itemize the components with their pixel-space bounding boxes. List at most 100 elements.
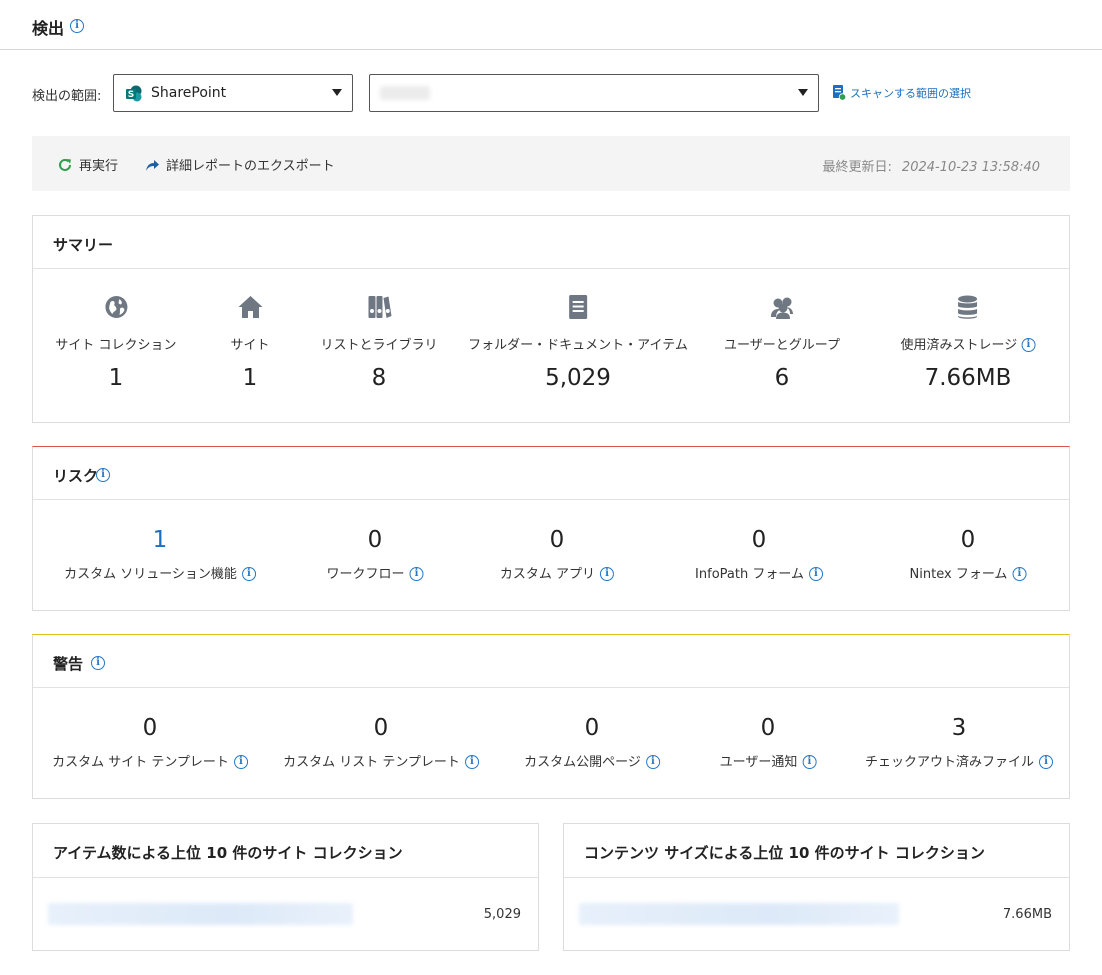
metric-label-text: カスタム ソリューション機能 (64, 567, 237, 582)
summary-used-storage: 使用済みストレージ i 7.66MB (901, 294, 1036, 391)
chevron-down-icon (332, 89, 342, 96)
metric-label: サイト (230, 338, 270, 353)
info-icon[interactable]: i (241, 566, 256, 581)
site-select-value-redacted (380, 86, 430, 100)
metric-value: 0 (367, 527, 383, 553)
refresh-icon (59, 158, 71, 171)
info-icon[interactable]: i (409, 566, 424, 581)
top-by-items-header: アイテム数による上位 10 件のサイト コレクション (33, 824, 538, 878)
last-updated-timestamp: 2024-10-23 13:58:40 (901, 160, 1040, 175)
info-icon[interactable]: i (1012, 566, 1027, 581)
metric-label: カスタム ソリューション機能 i (64, 563, 256, 582)
scope-label: 検出の範囲: (32, 89, 102, 104)
share-arrow-icon (146, 159, 159, 171)
info-icon[interactable]: i (96, 468, 110, 482)
site-collection-link-redacted[interactable] (48, 903, 353, 925)
metric-label-text: カスタム サイト テンプレート (52, 755, 229, 770)
metric-value: 1 (242, 365, 258, 391)
top-by-size-panel: コンテンツ サイズによる上位 10 件のサイト コレクション 7.66MB (563, 823, 1070, 951)
last-updated-label: 最終更新日: (822, 160, 892, 175)
metric-label: チェックアウト済みファイル i (864, 751, 1054, 770)
metric-value: 0 (584, 715, 600, 741)
export-report-button[interactable]: 詳細レポートのエクスポート (144, 155, 335, 174)
info-icon[interactable]: i (802, 754, 817, 769)
warning-custom-site-templates: 0 カスタム サイト テンプレート i (52, 715, 248, 770)
risk-custom-solutions: 1 カスタム ソリューション機能 i (64, 527, 256, 582)
metric-label-text: Nintex フォーム (909, 567, 1008, 582)
info-icon[interactable]: i (1021, 337, 1036, 352)
summary-folders-documents-items: フォルダー・ドキュメント・アイテム 5,029 (468, 294, 688, 391)
info-icon[interactable]: i (1039, 754, 1054, 769)
metric-value: 0 (142, 715, 158, 741)
metric-value: 3 (951, 715, 967, 741)
metric-value: 6 (774, 365, 790, 391)
warning-checked-out-files: 3 チェックアウト済みファイル i (864, 715, 1054, 770)
database-icon (958, 295, 978, 319)
metric-value: 1 (108, 365, 124, 391)
warning-card: 警告 i 0 カスタム サイト テンプレート i 0 カスタム リスト テンプレー… (32, 634, 1070, 799)
metric-value: 5,029 (545, 365, 611, 391)
metric-label: ユーザーとグループ (724, 338, 840, 353)
home-icon (237, 296, 262, 318)
info-icon[interactable]: i (91, 656, 105, 670)
document-icon (568, 295, 587, 319)
metric-value: 7.66MB (924, 365, 1012, 391)
site-select[interactable] (369, 74, 819, 112)
rerun-button[interactable]: 再実行 (57, 155, 118, 174)
metric-label: カスタム アプリ i (499, 563, 615, 582)
metric-label-text: 使用済みストレージ (900, 338, 1018, 353)
rerun-label: 再実行 (79, 159, 119, 174)
info-icon[interactable]: i (233, 754, 248, 769)
metric-label-text: ユーザー通知 (719, 755, 798, 770)
risk-title: リスク (53, 467, 99, 485)
risk-nintex-forms: 0 Nintex フォーム i (910, 527, 1027, 582)
risk-card: リスク i 1 カスタム ソリューション機能 i 0 ワークフロー i 0 カスタム… (32, 446, 1070, 611)
scan-scope-link[interactable]: スキャンする範囲の選択 (832, 84, 971, 101)
top-by-items-title: アイテム数による上位 10 件のサイト コレクション (53, 844, 403, 862)
info-icon[interactable]: i (70, 19, 84, 33)
globe-icon (104, 296, 127, 318)
site-collection-link-redacted[interactable] (579, 903, 899, 925)
metric-value: 0 (373, 715, 389, 741)
metric-label-text: カスタム リスト テンプレート (283, 755, 460, 770)
top-by-items-value: 5,029 (483, 907, 521, 922)
export-report-label: 詳細レポートのエクスポート (166, 159, 335, 174)
metric-label: フォルダー・ドキュメント・アイテム (468, 338, 688, 353)
metric-label: カスタム公開ページ i (524, 751, 660, 770)
top-by-size-header: コンテンツ サイズによる上位 10 件のサイト コレクション (564, 824, 1069, 878)
metric-label: カスタム リスト テンプレート i (283, 751, 479, 770)
warning-custom-publishing-pages: 0 カスタム公開ページ i (524, 715, 660, 770)
metric-label-text: カスタム公開ページ (524, 755, 641, 770)
scan-scope-link-label: スキャンする範囲の選択 (850, 86, 971, 100)
risk-custom-apps: 0 カスタム アプリ i (499, 527, 615, 582)
risk-infopath-forms: 0 InfoPath フォーム i (695, 527, 823, 582)
warning-custom-list-templates: 0 カスタム リスト テンプレート i (283, 715, 479, 770)
sharepoint-icon: S (126, 85, 142, 102)
summary-card: サマリー サイト コレクション 1 サイト 1 リストとライブラリ 8 フォルダ… (32, 215, 1070, 423)
warning-user-alerts: 0 ユーザー通知 i (720, 715, 817, 770)
metric-value: 0 (760, 715, 776, 741)
metric-label: 使用済みストレージ i (901, 334, 1036, 353)
metric-label-text: チェックアウト済みファイル (864, 755, 1035, 770)
top-by-size-value: 7.66MB (1002, 907, 1052, 922)
metric-label: サイト コレクション (55, 338, 177, 353)
source-select[interactable]: S SharePoint (113, 74, 353, 112)
risk-header: リスク i (33, 447, 1069, 500)
page-title: 検出 (32, 19, 65, 38)
info-icon[interactable]: i (808, 566, 823, 581)
metric-label: ユーザー通知 i (720, 751, 817, 770)
summary-site-collections: サイト コレクション 1 (55, 294, 177, 391)
top-by-items-panel: アイテム数による上位 10 件のサイト コレクション 5,029 (32, 823, 539, 951)
info-icon[interactable]: i (464, 754, 479, 769)
metric-label-text: InfoPath フォーム (695, 567, 804, 582)
metric-label-text: カスタム アプリ (499, 567, 596, 582)
books-icon (367, 296, 391, 318)
summary-header: サマリー (33, 216, 1069, 269)
toolbar: 再実行 詳細レポートのエクスポート 最終更新日: 2024-10-23 13:58… (32, 136, 1070, 191)
summary-users-groups: ユーザーとグループ 6 (724, 294, 840, 391)
metric-value: 0 (549, 527, 565, 553)
risk-value-link[interactable]: 1 (64, 527, 256, 553)
info-icon[interactable]: i (645, 754, 660, 769)
summary-sites: サイト 1 (230, 294, 270, 391)
info-icon[interactable]: i (600, 566, 615, 581)
